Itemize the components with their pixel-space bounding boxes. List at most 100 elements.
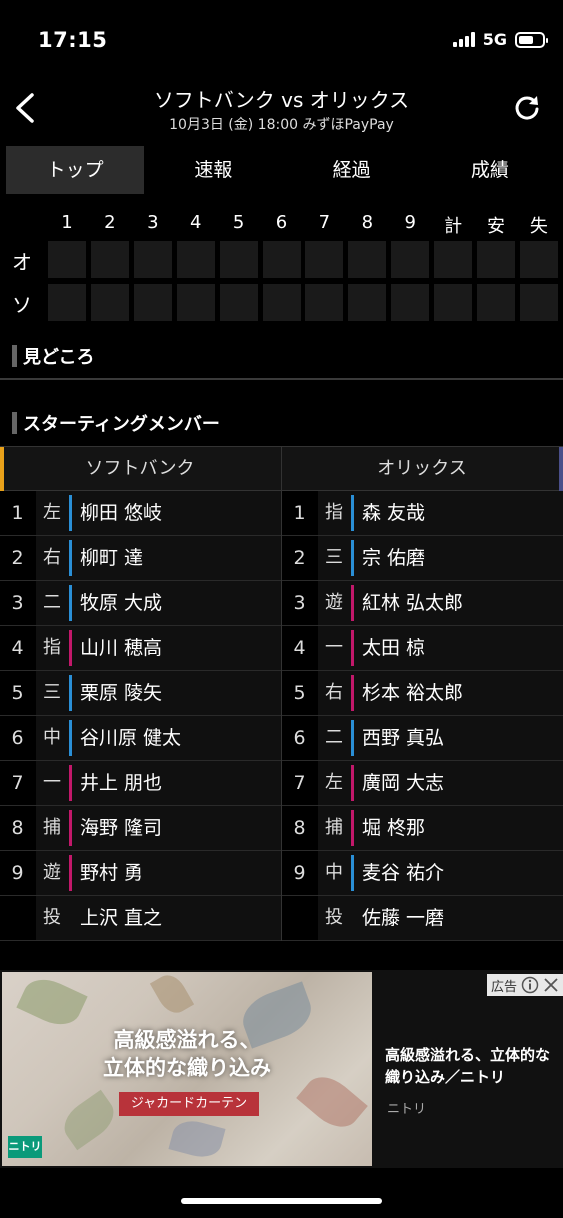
away-player-row[interactable]: 8捕堀 柊那 [282,806,563,851]
player-name[interactable]: 森 友哉 [362,491,425,535]
player-name[interactable]: 太田 椋 [362,626,425,670]
batting-side-marker [351,810,354,846]
away-player-row[interactable]: 投佐藤 一磨 [282,896,563,941]
player-name[interactable]: 廣岡 大志 [362,761,444,805]
player-name[interactable]: 上沢 直之 [80,896,162,940]
away-player-row[interactable]: 9 中麦谷 祐介 [282,851,563,896]
home-player-row[interactable]: 7 一井上 朋也 [0,761,281,806]
player-position: 投 [325,907,343,928]
ad-image[interactable]: 高級感溢れる、 立体的な織り込み ジャカードカーテン ニトリ [2,972,372,1166]
score-cell [348,284,387,321]
lineup-table: ソフトバンク オリックス 1 左柳田 悠岐 2 右柳町 達 3 二牧原 大成 4 指山川 穂高… [0,446,563,941]
player-name[interactable]: 杉本 裕太郎 [362,671,463,715]
batting-order: 5 [293,682,306,704]
score-cell [176,284,215,321]
tab-stats[interactable]: 成績 [421,146,559,194]
home-player-row[interactable]: 1 左柳田 悠岐 [0,491,281,536]
player-position: 二 [325,727,343,748]
score-cell [391,241,430,278]
score-cell [519,284,558,321]
score-cell [305,284,344,321]
player-name[interactable]: 海野 隆司 [80,806,162,850]
inning-header: 6 [275,212,288,233]
away-player-row[interactable]: 6 二西野 真弘 [282,716,563,761]
away-player-row[interactable]: 3 遊紅林 弘太郎 [282,581,563,626]
away-player-row[interactable]: 2三宗 佑磨 [282,536,563,581]
away-player-row[interactable]: 1指森 友哉 [282,491,563,536]
player-name[interactable]: 野村 勇 [80,851,143,895]
player-name[interactable]: 紅林 弘太郎 [362,581,463,625]
player-name[interactable]: 西野 真弘 [362,716,444,760]
score-cell [219,241,258,278]
player-name[interactable]: 牧原 大成 [80,581,162,625]
status-time: 17:15 [38,28,108,52]
status-bar: 17:15 5G [0,0,563,80]
scoreboard-row-home: ソ [0,283,563,326]
tab-progress[interactable]: 経過 [283,146,421,194]
score-cell [48,284,86,321]
home-indicator[interactable] [181,1198,382,1204]
batting-side-marker [69,900,72,936]
batting-order: 5 [11,682,24,704]
player-name[interactable]: 柳町 達 [80,536,143,580]
player-name[interactable]: 柳田 悠岐 [80,491,162,535]
player-name[interactable]: 佐藤 一磨 [362,896,444,940]
player-name[interactable]: 谷川原 健太 [80,716,181,760]
player-name[interactable]: 麦谷 祐介 [362,851,444,895]
away-player-row[interactable]: 7 左廣岡 大志 [282,761,563,806]
score-cell [90,284,129,321]
battery-icon [515,31,548,48]
scoreboard: 1 2 3 4 5 6 7 8 9 計 安 失 オ ソ [0,212,563,326]
player-position: 捕 [43,817,61,838]
player-position: 指 [43,637,61,658]
batting-side-marker [351,540,354,576]
score-cell [519,241,558,278]
away-player-row[interactable]: 5 右杉本 裕太郎 [282,671,563,716]
inning-header: 4 [189,212,202,233]
player-name[interactable]: 宗 佑磨 [362,536,425,580]
close-icon[interactable] [543,977,559,993]
team-abbrev: オ [12,250,32,274]
inning-header: 失 [529,216,548,237]
player-name[interactable]: 山川 穂高 [80,626,162,670]
tab-bar: トップ 速報 経過 成績 [6,146,559,194]
batting-order [0,896,35,940]
player-position: 遊 [43,862,61,883]
home-player-row[interactable]: 6 中谷川原 健太 [0,716,281,761]
score-cell [262,241,301,278]
home-player-row[interactable]: 3 二牧原 大成 [0,581,281,626]
inning-header: 9 [404,212,416,233]
ad-badge[interactable]: 広告 [486,974,563,996]
batting-order: 1 [293,502,306,524]
home-player-row[interactable]: 5 三栗原 陵矢 [0,671,281,716]
player-position: 中 [325,862,343,883]
player-name[interactable]: 井上 朋也 [80,761,162,805]
tab-top[interactable]: トップ [6,146,145,194]
batting-order: 3 [293,592,306,614]
ad-headline[interactable]: 高級感溢れる、立体的な織り込み／ニトリ [385,1044,555,1088]
scoreboard-row-away: オ [0,240,563,283]
tab-live[interactable]: 速報 [144,146,282,194]
network-type: 5G [482,30,507,49]
ad-banner[interactable]: 高級感溢れる、 立体的な織り込み ジャカードカーテン ニトリ 広告 高級感溢れる… [0,970,563,1168]
player-name[interactable]: 堀 柊那 [362,806,425,850]
home-player-row[interactable]: 8 捕海野 隆司 [0,806,281,851]
away-player-row[interactable]: 4 一太田 椋 [282,626,563,671]
inning-header: 2 [104,212,116,233]
section-highlights: 見どころ [12,343,94,369]
brand-logo: ニトリ [8,1136,42,1158]
batting-side-marker [69,675,72,711]
player-name[interactable]: 栗原 陵矢 [80,671,162,715]
info-icon[interactable] [521,976,539,994]
home-player-row[interactable]: 投上沢 直之 [0,896,281,941]
inning-header: 安 [487,216,505,237]
score-cell [477,284,515,321]
home-player-row[interactable]: 4 指山川 穂高 [0,626,281,671]
home-player-row[interactable]: 2 右柳町 達 [0,536,281,581]
batting-order: 6 [293,727,306,749]
player-position: 右 [325,682,343,703]
home-player-row[interactable]: 9 遊野村 勇 [0,851,281,896]
inning-header: 3 [147,212,159,233]
player-position: 左 [325,772,343,793]
reload-icon[interactable] [513,94,541,122]
